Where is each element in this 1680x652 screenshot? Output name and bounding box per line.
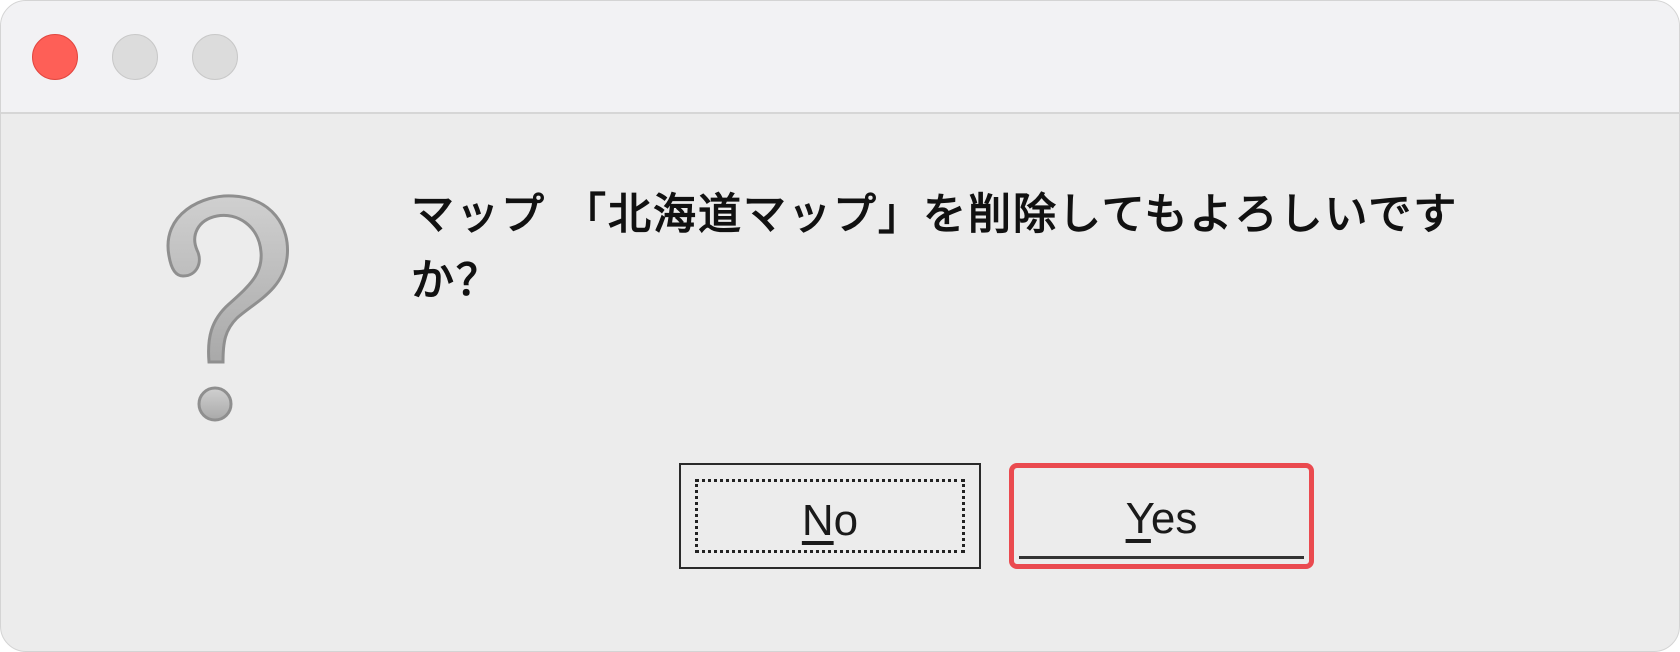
zoom-window-button[interactable] — [192, 34, 238, 80]
dialog-window: マップ 「北海道マップ」を削除してもよろしいですか？ No Yes — [0, 0, 1680, 652]
yes-button[interactable]: Yes — [1009, 463, 1314, 569]
no-label-rest: o — [833, 496, 859, 545]
yes-label-rest: es — [1150, 494, 1198, 543]
no-button-label: No — [681, 497, 979, 545]
yes-mnemonic: Y — [1125, 494, 1151, 543]
confirmation-message: マップ 「北海道マップ」を削除してもよろしいですか？ — [411, 190, 1459, 306]
dialog-content: マップ 「北海道マップ」を削除してもよろしいですか？ No Yes — [1, 114, 1679, 651]
minimize-window-button[interactable] — [112, 34, 158, 80]
no-mnemonic: N — [801, 496, 834, 545]
close-window-button[interactable] — [32, 34, 78, 80]
title-bar — [1, 1, 1679, 114]
yes-button-label: Yes — [1014, 495, 1309, 543]
question-mark-icon — [166, 194, 289, 422]
no-button[interactable]: No — [679, 463, 981, 569]
